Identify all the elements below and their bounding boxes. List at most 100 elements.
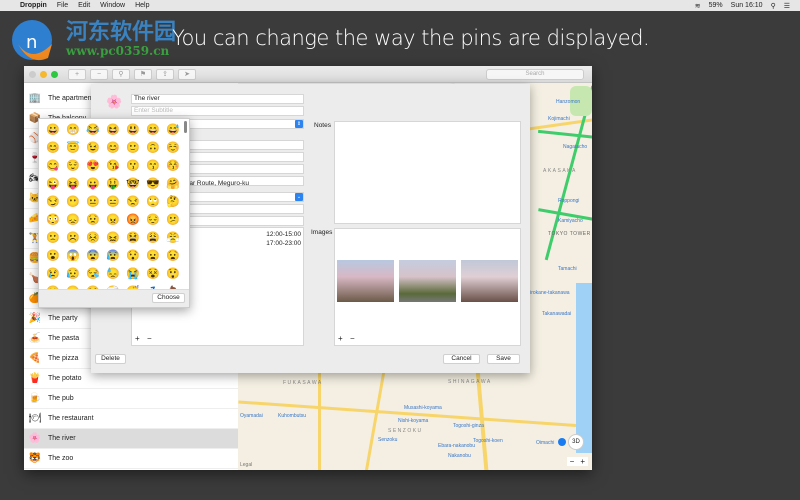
emoji-option[interactable]: 😇: [63, 139, 83, 157]
emoji-option[interactable]: 😱: [63, 247, 83, 265]
emoji-option[interactable]: 😫: [123, 229, 143, 247]
delete-button[interactable]: Delete: [95, 354, 126, 364]
add-pin-button[interactable]: +: [68, 68, 86, 80]
search-input[interactable]: Search: [486, 69, 584, 80]
emoji-option[interactable]: 🙁: [43, 229, 63, 247]
emoji-option[interactable]: 😐: [83, 193, 103, 211]
emoji-option[interactable]: 😎: [143, 175, 163, 193]
location-icon[interactable]: ➤: [178, 68, 196, 80]
notes-textarea[interactable]: [334, 121, 521, 224]
emoji-option[interactable]: ☹️: [63, 229, 83, 247]
pin-list-item[interactable]: 🍽 The restaurant: [24, 409, 238, 429]
remove-hours-button[interactable]: −: [147, 334, 152, 343]
emoji-option[interactable]: 😨: [83, 247, 103, 265]
emoji-option[interactable]: 🙄: [143, 193, 163, 211]
remove-image-button[interactable]: −: [350, 334, 355, 343]
emoji-option[interactable]: 😛: [83, 175, 103, 193]
emoji-option[interactable]: 😌: [63, 157, 83, 175]
menu-app[interactable]: Droppin: [20, 2, 47, 9]
emoji-option[interactable]: 😘: [103, 157, 123, 175]
pin-list-item[interactable]: 🐯 The zoo: [24, 449, 238, 469]
save-button[interactable]: Save: [487, 354, 520, 364]
3d-button[interactable]: 3D: [568, 434, 584, 450]
emoji-option[interactable]: 😢: [43, 265, 63, 283]
emoji-option[interactable]: 😔: [143, 211, 163, 229]
emoji-option[interactable]: 😪: [83, 265, 103, 283]
emoji-option[interactable]: 😊: [43, 139, 63, 157]
emoji-option[interactable]: 😓: [103, 265, 123, 283]
emoji-option[interactable]: 😂: [83, 121, 103, 139]
zoom-button[interactable]: [51, 70, 58, 78]
add-image-button[interactable]: +: [338, 334, 343, 343]
emoji-option[interactable]: 😙: [143, 157, 163, 175]
emoji-option[interactable]: 😄: [143, 121, 163, 139]
emoji-option[interactable]: 😊: [103, 139, 123, 157]
emoji-option[interactable]: 😯: [123, 247, 143, 265]
images-panel[interactable]: + −: [334, 228, 521, 346]
menu-window[interactable]: Window: [100, 2, 125, 9]
legal-link[interactable]: Legal: [240, 462, 252, 468]
emoji-option[interactable]: 😁: [63, 121, 83, 139]
share-icon[interactable]: ⇪: [156, 68, 174, 80]
emoji-option[interactable]: 😜: [43, 175, 63, 193]
emoji-option[interactable]: 😶: [63, 193, 83, 211]
menu-edit[interactable]: Edit: [78, 2, 90, 9]
emoji-option[interactable]: 😚: [163, 157, 183, 175]
pin-list-item[interactable]: 🍺 The pub: [24, 389, 238, 409]
emoji-option[interactable]: 🤓: [123, 175, 143, 193]
emoji-option[interactable]: 😟: [83, 211, 103, 229]
emoji-option[interactable]: 🤑: [103, 175, 123, 193]
emoji-option[interactable]: 😗: [123, 157, 143, 175]
add-hours-button[interactable]: +: [135, 334, 140, 343]
battery-status[interactable]: 59%: [709, 2, 723, 10]
emoji-option[interactable]: 😡: [123, 211, 143, 229]
menu-help[interactable]: Help: [135, 2, 149, 9]
wifi-icon[interactable]: ≋: [695, 2, 701, 10]
emoji-option[interactable]: 😃: [123, 121, 143, 139]
emoji-option[interactable]: 😋: [43, 157, 63, 175]
emoji-option[interactable]: 😉: [83, 139, 103, 157]
flag-icon[interactable]: ⚑: [134, 68, 152, 80]
emoji-option[interactable]: 😠: [103, 211, 123, 229]
emoji-option[interactable]: 😍: [83, 157, 103, 175]
menu-file[interactable]: File: [57, 2, 68, 9]
emoji-option[interactable]: 😀: [43, 121, 63, 139]
emoji-option[interactable]: 😣: [83, 229, 103, 247]
emoji-option[interactable]: 😧: [163, 247, 183, 265]
clock[interactable]: Sun 16:10: [731, 2, 763, 10]
emoji-option[interactable]: 😝: [63, 175, 83, 193]
emoji-option[interactable]: 😭: [123, 265, 143, 283]
emoji-option[interactable]: 😖: [103, 229, 123, 247]
zoom-out-button[interactable]: −: [570, 457, 575, 466]
emoji-option[interactable]: 🙃: [143, 139, 163, 157]
photo-thumbnail[interactable]: [337, 260, 394, 302]
pin-emoji-button[interactable]: 🌸: [106, 94, 122, 110]
subtitle-field[interactable]: Enter Subtitle: [131, 106, 304, 116]
cancel-button[interactable]: Cancel: [443, 354, 480, 364]
emoji-option[interactable]: 😦: [143, 247, 163, 265]
emoji-option[interactable]: 🤗: [163, 175, 183, 193]
menu-list-icon[interactable]: ☰: [784, 2, 790, 10]
emoji-option[interactable]: 😰: [103, 247, 123, 265]
emoji-option[interactable]: 😩: [143, 229, 163, 247]
pin-icon[interactable]: ⚲: [112, 68, 130, 80]
pin-list-item[interactable]: 🌸 The river: [24, 429, 238, 449]
emoji-option[interactable]: 😲: [163, 265, 183, 283]
choose-button[interactable]: Choose: [152, 293, 185, 303]
emoji-option[interactable]: 😆: [103, 121, 123, 139]
emoji-option[interactable]: 😮: [43, 247, 63, 265]
emoji-option[interactable]: 😤: [163, 229, 183, 247]
close-button[interactable]: [29, 70, 36, 78]
emoji-option[interactable]: 😵: [143, 265, 163, 283]
emoji-option[interactable]: 😑: [103, 193, 123, 211]
remove-pin-button[interactable]: −: [90, 68, 108, 80]
emoji-option[interactable]: 😳: [43, 211, 63, 229]
emoji-option[interactable]: 😏: [43, 193, 63, 211]
emoji-option[interactable]: 😒: [123, 193, 143, 211]
photo-thumbnail[interactable]: [399, 260, 456, 302]
zoom-in-button[interactable]: +: [580, 457, 585, 466]
title-field[interactable]: The river: [131, 94, 304, 104]
scrollbar[interactable]: [184, 121, 187, 133]
emoji-option[interactable]: 😅: [163, 121, 183, 139]
emoji-option[interactable]: 😕: [163, 211, 183, 229]
